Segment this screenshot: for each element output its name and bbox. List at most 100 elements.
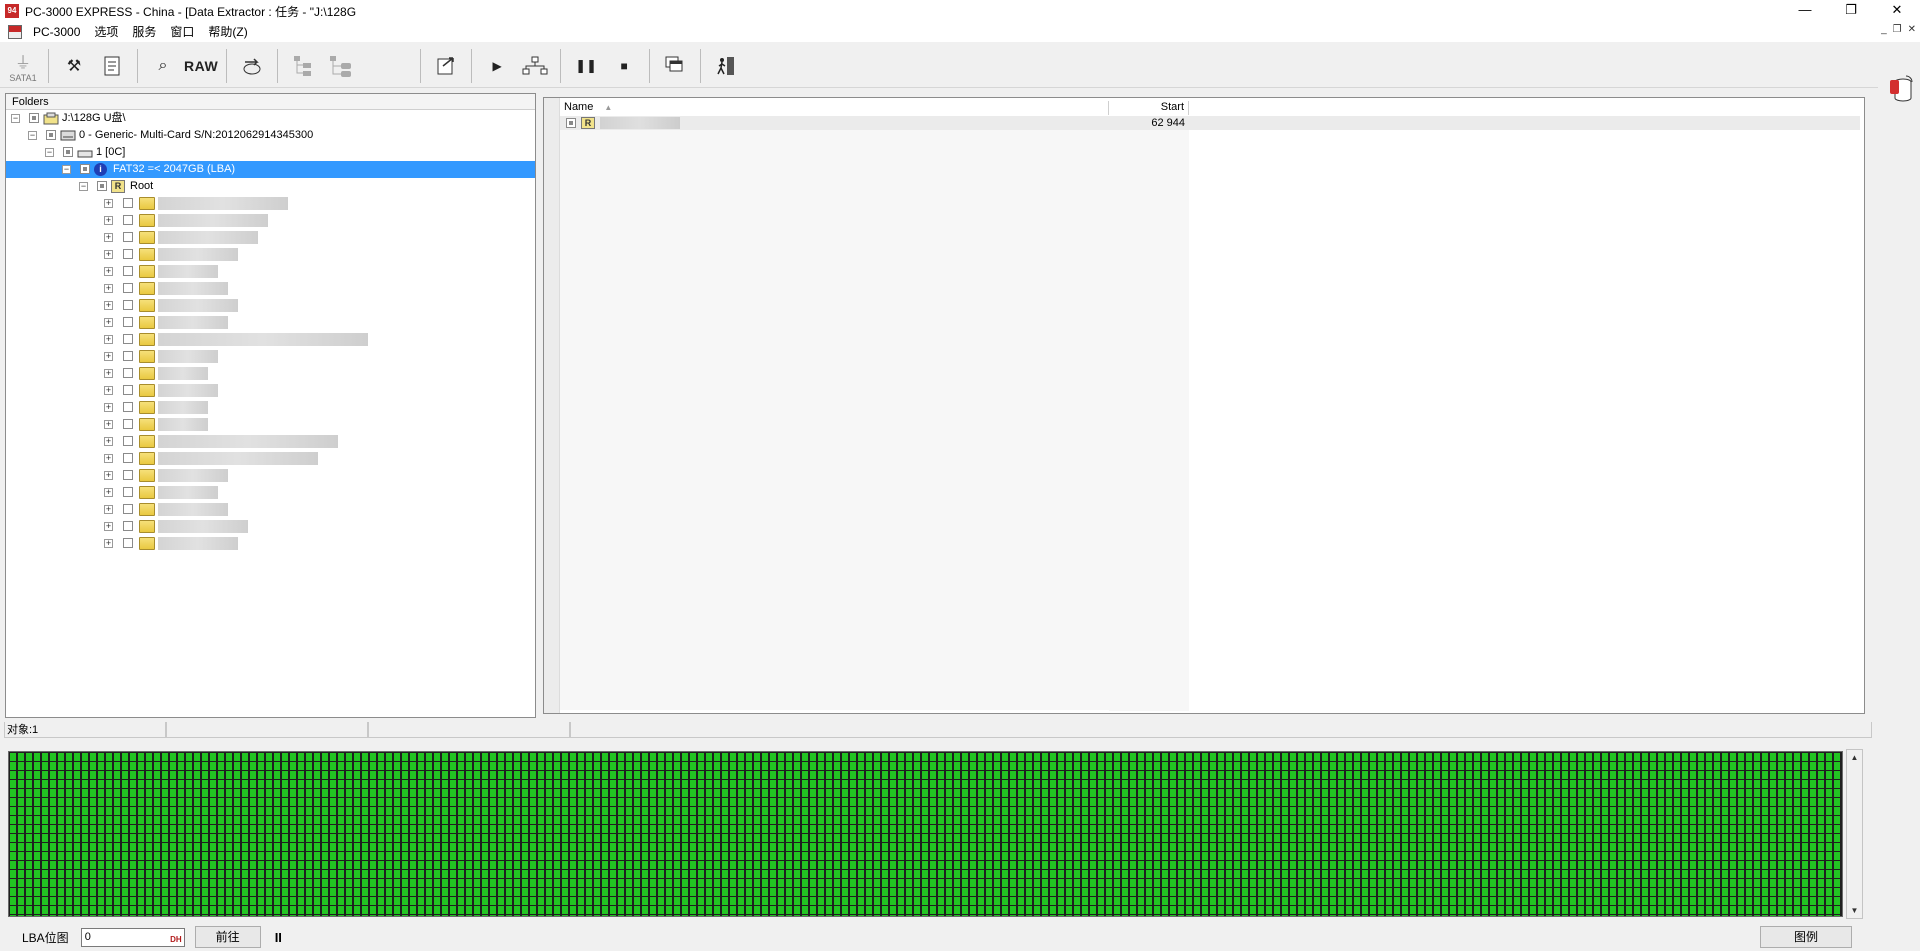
scroll-down-arrow-icon[interactable]: ▼ — [1849, 905, 1860, 916]
tree-node-folder[interactable]: + — [6, 450, 535, 467]
node-checkbox[interactable] — [123, 351, 133, 361]
tree-node-folder[interactable]: + — [6, 263, 535, 280]
tree-expand-button[interactable] — [286, 48, 320, 84]
expand-toggle[interactable]: + — [104, 454, 113, 463]
tree-node-folder[interactable]: + — [6, 331, 535, 348]
row-checkbox[interactable] — [566, 118, 576, 128]
node-checkbox[interactable] — [123, 249, 133, 259]
mdi-restore-button[interactable]: ❐ — [1893, 24, 1902, 35]
lba-scrollbar[interactable]: ▲ ▼ — [1846, 749, 1863, 919]
tree-node-drive[interactable]: − J:\128G U盘\ — [6, 110, 535, 127]
lba-position-input[interactable]: 0 DH — [80, 927, 185, 948]
expand-toggle[interactable]: + — [104, 522, 113, 531]
tree-node-folder[interactable]: + — [6, 433, 535, 450]
tree-node-folder[interactable]: + — [6, 297, 535, 314]
database-sync-icon[interactable] — [1888, 74, 1914, 104]
expand-toggle[interactable]: + — [104, 199, 113, 208]
collapse-toggle[interactable]: − — [79, 182, 88, 191]
collapse-toggle[interactable]: − — [45, 148, 54, 157]
collapse-toggle[interactable]: − — [62, 165, 71, 174]
start-button[interactable]: ▶ — [480, 48, 514, 84]
expand-toggle[interactable]: + — [104, 403, 113, 412]
tree-node-folder[interactable]: + — [6, 484, 535, 501]
stop-button[interactable]: ■ — [607, 48, 641, 84]
node-checkbox[interactable] — [123, 487, 133, 497]
node-checkbox[interactable] — [123, 266, 133, 276]
legend-button[interactable]: 图例 — [1760, 926, 1852, 948]
tree-node-folder[interactable]: + — [6, 518, 535, 535]
expand-toggle[interactable]: + — [104, 505, 113, 514]
node-checkbox[interactable] — [46, 130, 56, 140]
network-button[interactable] — [518, 48, 552, 84]
menu-app-icon[interactable] — [8, 25, 22, 39]
dec-hex-toggle[interactable]: DH — [170, 931, 182, 948]
tree-node-folder[interactable]: + — [6, 280, 535, 297]
tree-node-folder[interactable]: + — [6, 365, 535, 382]
lba-bitmap[interactable] — [8, 751, 1843, 917]
expand-toggle[interactable]: + — [104, 233, 113, 242]
node-checkbox[interactable] — [123, 504, 133, 514]
expand-toggle[interactable]: + — [104, 318, 113, 327]
tree-collapse-button[interactable] — [324, 48, 358, 84]
node-checkbox[interactable] — [123, 521, 133, 531]
mdi-minimize-button[interactable]: _ — [1881, 24, 1887, 35]
menu-pc3000[interactable]: PC-3000 — [26, 22, 87, 42]
node-checkbox[interactable] — [123, 215, 133, 225]
expand-toggle[interactable]: + — [104, 284, 113, 293]
node-checkbox[interactable] — [80, 164, 90, 174]
expand-toggle[interactable]: + — [104, 471, 113, 480]
tree-node-folder[interactable]: + — [6, 535, 535, 552]
node-checkbox[interactable] — [123, 334, 133, 344]
menu-window[interactable]: 窗口 — [163, 22, 201, 42]
expand-toggle[interactable]: + — [104, 267, 113, 276]
expand-toggle[interactable]: + — [104, 369, 113, 378]
tree-node-root[interactable]: − R Root — [6, 178, 535, 195]
pause-button[interactable]: ❚❚ — [569, 48, 603, 84]
column-header-name[interactable]: Name ▲ — [560, 101, 1109, 115]
node-checkbox[interactable] — [29, 113, 39, 123]
tree-node-folder[interactable]: + — [6, 382, 535, 399]
list-row[interactable]: R 62 944 — [560, 116, 1860, 130]
node-checkbox[interactable] — [123, 385, 133, 395]
mdi-close-button[interactable]: ✕ — [1908, 24, 1916, 35]
tree-node-folder[interactable]: + — [6, 195, 535, 212]
expand-toggle[interactable]: + — [104, 301, 113, 310]
expand-toggle[interactable]: + — [104, 335, 113, 344]
windows-button[interactable] — [658, 48, 692, 84]
node-checkbox[interactable] — [123, 538, 133, 548]
menu-service[interactable]: 服务 — [125, 22, 163, 42]
search-button[interactable]: ⌕ — [146, 48, 180, 84]
expand-toggle[interactable]: + — [104, 386, 113, 395]
node-checkbox[interactable] — [123, 232, 133, 242]
tree-node-folder[interactable]: + — [6, 501, 535, 518]
node-checkbox[interactable] — [123, 198, 133, 208]
collapse-toggle[interactable]: − — [11, 114, 20, 123]
expand-toggle[interactable]: + — [104, 250, 113, 259]
node-checkbox[interactable] — [63, 147, 73, 157]
close-button[interactable]: ✕ — [1874, 0, 1920, 22]
node-checkbox[interactable] — [123, 402, 133, 412]
node-checkbox[interactable] — [123, 436, 133, 446]
sata-port-button[interactable]: ⏚ SATA1 — [6, 48, 40, 84]
minimize-button[interactable]: — — [1782, 0, 1828, 22]
tree-node-partition[interactable]: − 1 [0C] — [6, 144, 535, 161]
tree-node-folder[interactable]: + — [6, 467, 535, 484]
tools-button[interactable]: ⚒ — [57, 48, 91, 84]
node-checkbox[interactable] — [123, 300, 133, 310]
expand-toggle[interactable]: + — [104, 420, 113, 429]
raw-button[interactable]: RAW — [184, 48, 218, 84]
scroll-up-arrow-icon[interactable]: ▲ — [1849, 752, 1860, 763]
tree-node-folder[interactable]: + — [6, 229, 535, 246]
column-header-start[interactable]: Start — [1109, 101, 1189, 115]
node-checkbox[interactable] — [123, 453, 133, 463]
tree-node-folder[interactable]: + — [6, 399, 535, 416]
tree-node-folder[interactable]: + — [6, 212, 535, 229]
tree-node-folder[interactable]: + — [6, 348, 535, 365]
tree-node-device[interactable]: − 0 - Generic- Multi-Card S/N:2012062914… — [6, 127, 535, 144]
menu-help[interactable]: 帮助(Z) — [201, 22, 254, 42]
tree-node-folder[interactable]: + — [6, 246, 535, 263]
exit-button[interactable] — [709, 48, 743, 84]
open-task-button[interactable] — [429, 48, 463, 84]
collapse-toggle[interactable]: − — [28, 131, 37, 140]
expand-toggle[interactable]: + — [104, 539, 113, 548]
